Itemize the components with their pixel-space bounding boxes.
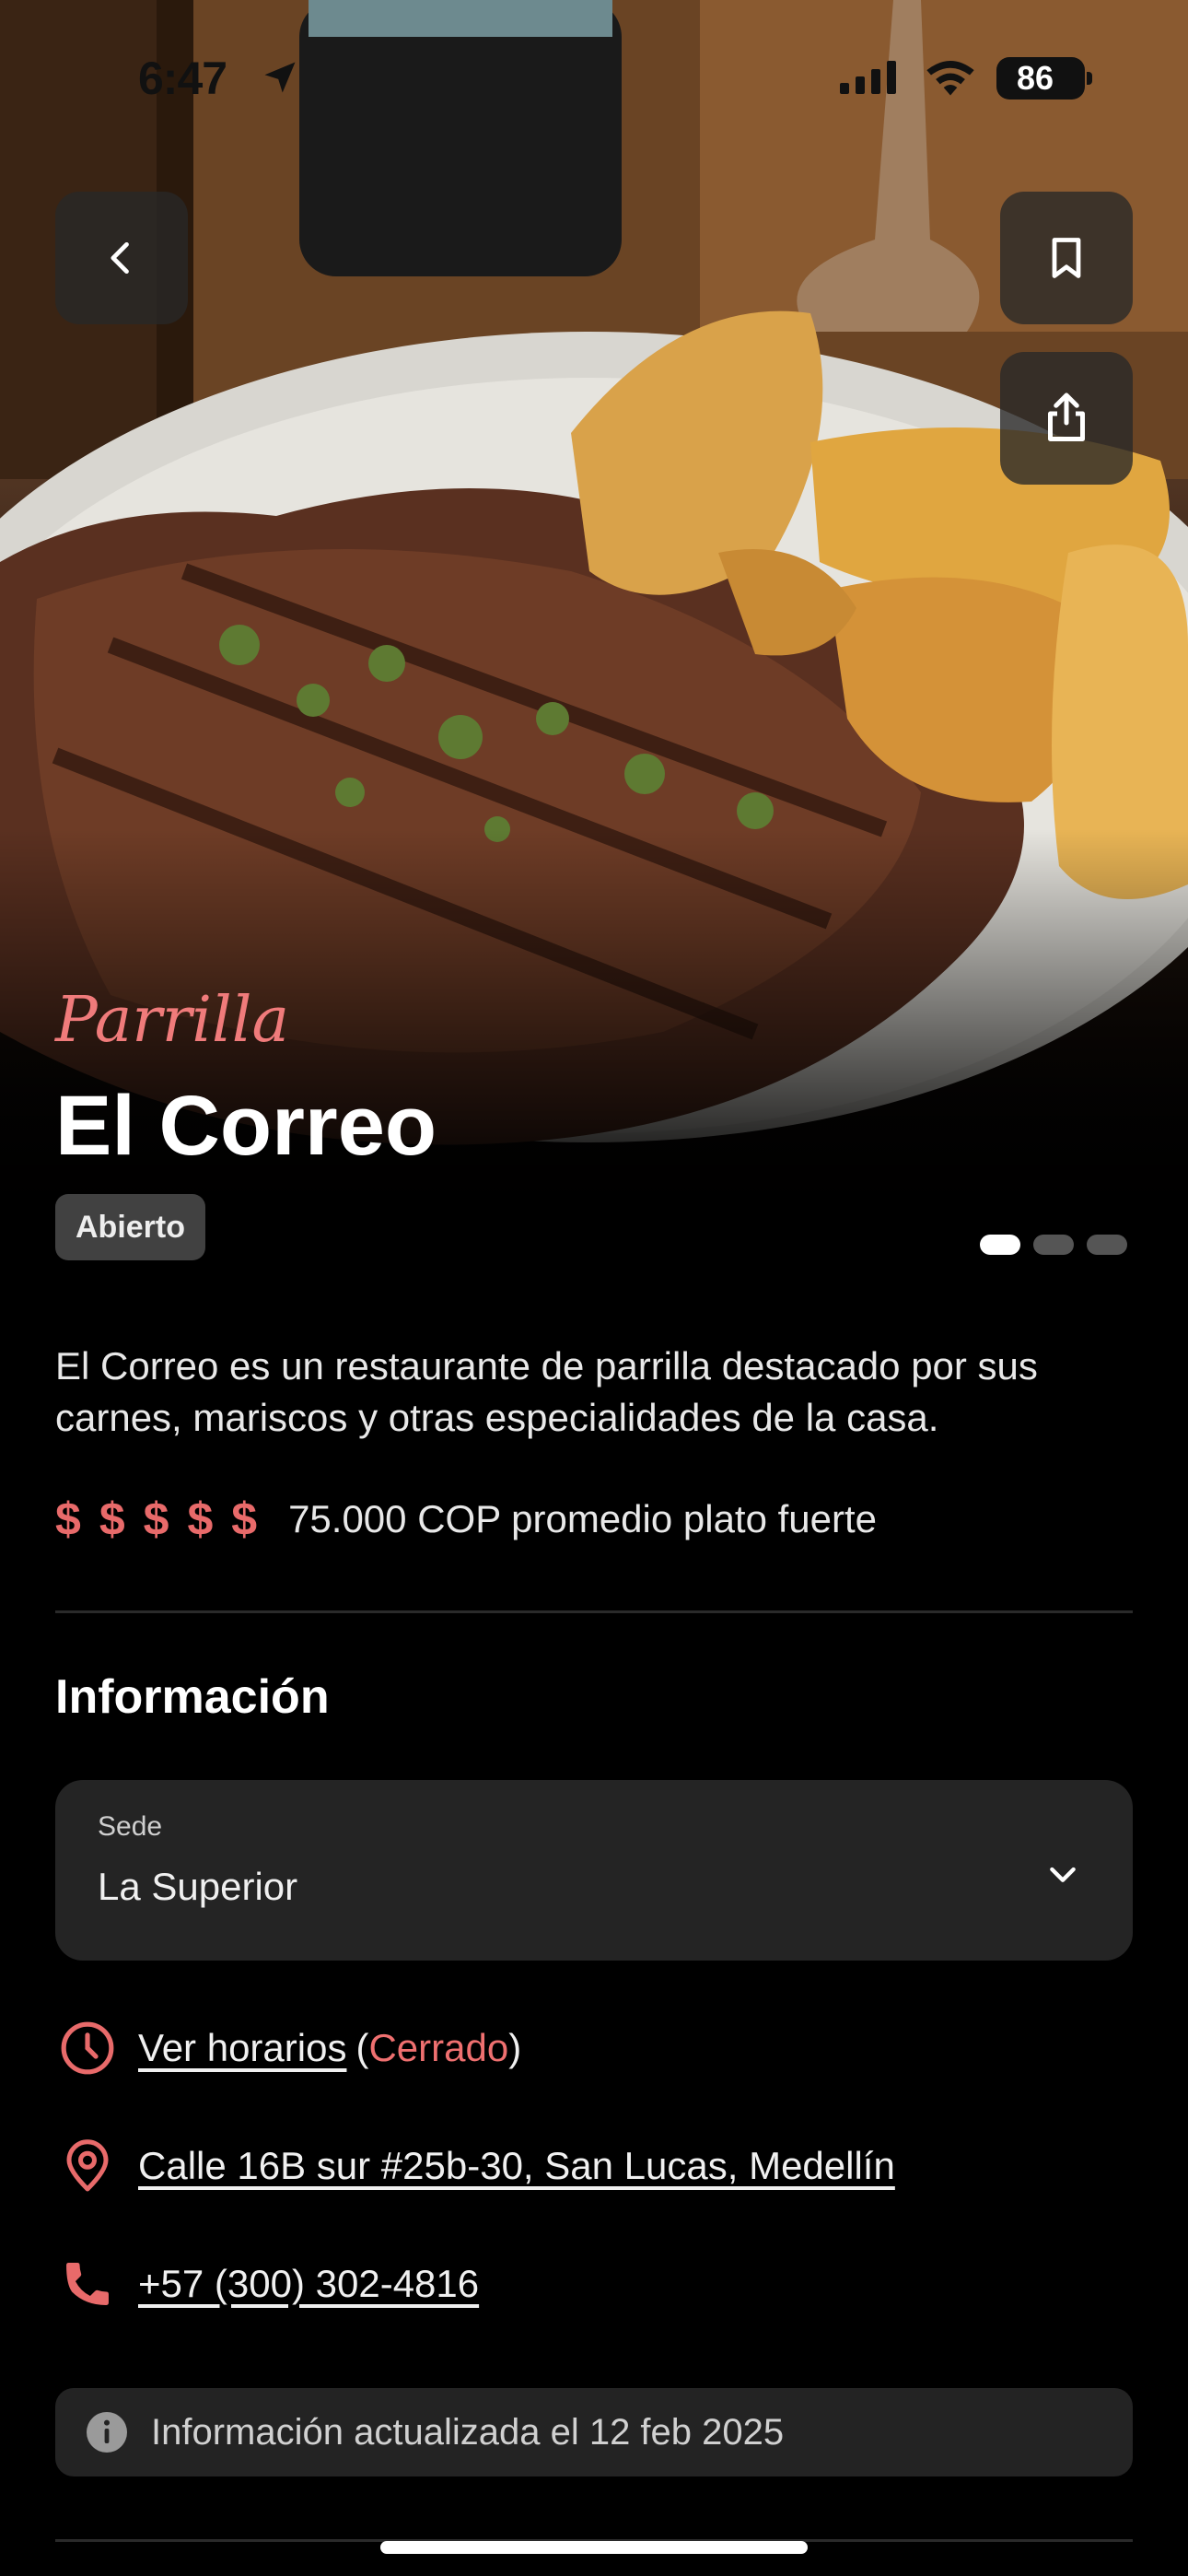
view-hours-link[interactable]: Ver horarios	[138, 2026, 346, 2070]
location-pin-icon	[55, 2134, 120, 2198]
info-section-title: Información	[55, 1670, 330, 1724]
location-select-label: Sede	[98, 1811, 163, 1842]
hours-row: Ver horarios ( Cerrado )	[55, 2007, 521, 2090]
carousel-dot-2[interactable]	[1033, 1235, 1074, 1255]
carousel-dot-3[interactable]	[1087, 1235, 1127, 1255]
hours-paren-close: )	[508, 2026, 522, 2069]
status-bar: 6:47 86	[0, 0, 1188, 157]
back-button[interactable]	[55, 192, 188, 324]
price-symbol: $	[99, 1493, 125, 1545]
address-link[interactable]: Calle 16B sur #25b-30, San Lucas, Medell…	[138, 2144, 895, 2188]
info-icon	[87, 2412, 127, 2453]
location-select[interactable]: Sede La Superior	[55, 1780, 1133, 1961]
updated-info-note: Información actualizada el 12 feb 2025	[55, 2388, 1133, 2476]
restaurant-category: Parrilla	[55, 984, 290, 1057]
phone-icon	[55, 2252, 120, 2316]
home-indicator[interactable]	[380, 2541, 808, 2554]
wifi-icon	[926, 61, 974, 96]
status-time: 6:47	[138, 53, 227, 104]
battery-indicator: 86	[996, 57, 1092, 100]
cellular-signal-icon	[840, 61, 896, 94]
price-symbol: $	[187, 1493, 214, 1545]
bookmark-icon	[1052, 238, 1081, 278]
updated-info-text: Información actualizada el 12 feb 2025	[151, 2411, 785, 2453]
restaurant-description: El Correo es un restaurante de parrilla …	[55, 1344, 1038, 1439]
phone-row: +57 (300) 302-4816	[55, 2242, 479, 2325]
hours-paren-open: (	[355, 2026, 369, 2069]
price-symbol: $	[55, 1493, 81, 1545]
restaurant-title: El Correo	[55, 1079, 437, 1173]
phone-link[interactable]: +57 (300) 302-4816	[138, 2262, 479, 2306]
address-row: Calle 16B sur #25b-30, San Lucas, Medell…	[55, 2125, 895, 2207]
carousel-page-indicator[interactable]	[980, 1235, 1127, 1255]
location-arrow-icon	[264, 62, 296, 93]
average-price-text: 75.000 COP promedio plato fuerte	[288, 1497, 878, 1540]
price-symbol: $	[231, 1493, 258, 1545]
open-status-badge: Abierto	[55, 1194, 205, 1260]
share-button[interactable]	[1000, 352, 1133, 485]
chevron-down-icon	[1050, 1867, 1076, 1882]
section-divider	[55, 1610, 1133, 1613]
price-symbol: $	[143, 1493, 169, 1545]
carousel-dot-1[interactable]	[980, 1235, 1020, 1255]
bookmark-button[interactable]	[1000, 192, 1133, 324]
back-chevron-icon	[111, 241, 129, 275]
price-range: $ $ $ $ $ 75.000 COP promedio plato fuer…	[55, 1493, 877, 1546]
battery-level: 86	[1016, 59, 1054, 97]
location-select-value: La Superior	[98, 1865, 298, 1908]
hero-image-carousel[interactable]: 6:47 86 Parrilla El Correo Abierto	[0, 0, 1188, 1290]
hours-closed-status: Cerrado	[368, 2026, 509, 2069]
clock-icon	[55, 2016, 120, 2080]
share-icon	[1048, 392, 1085, 441]
